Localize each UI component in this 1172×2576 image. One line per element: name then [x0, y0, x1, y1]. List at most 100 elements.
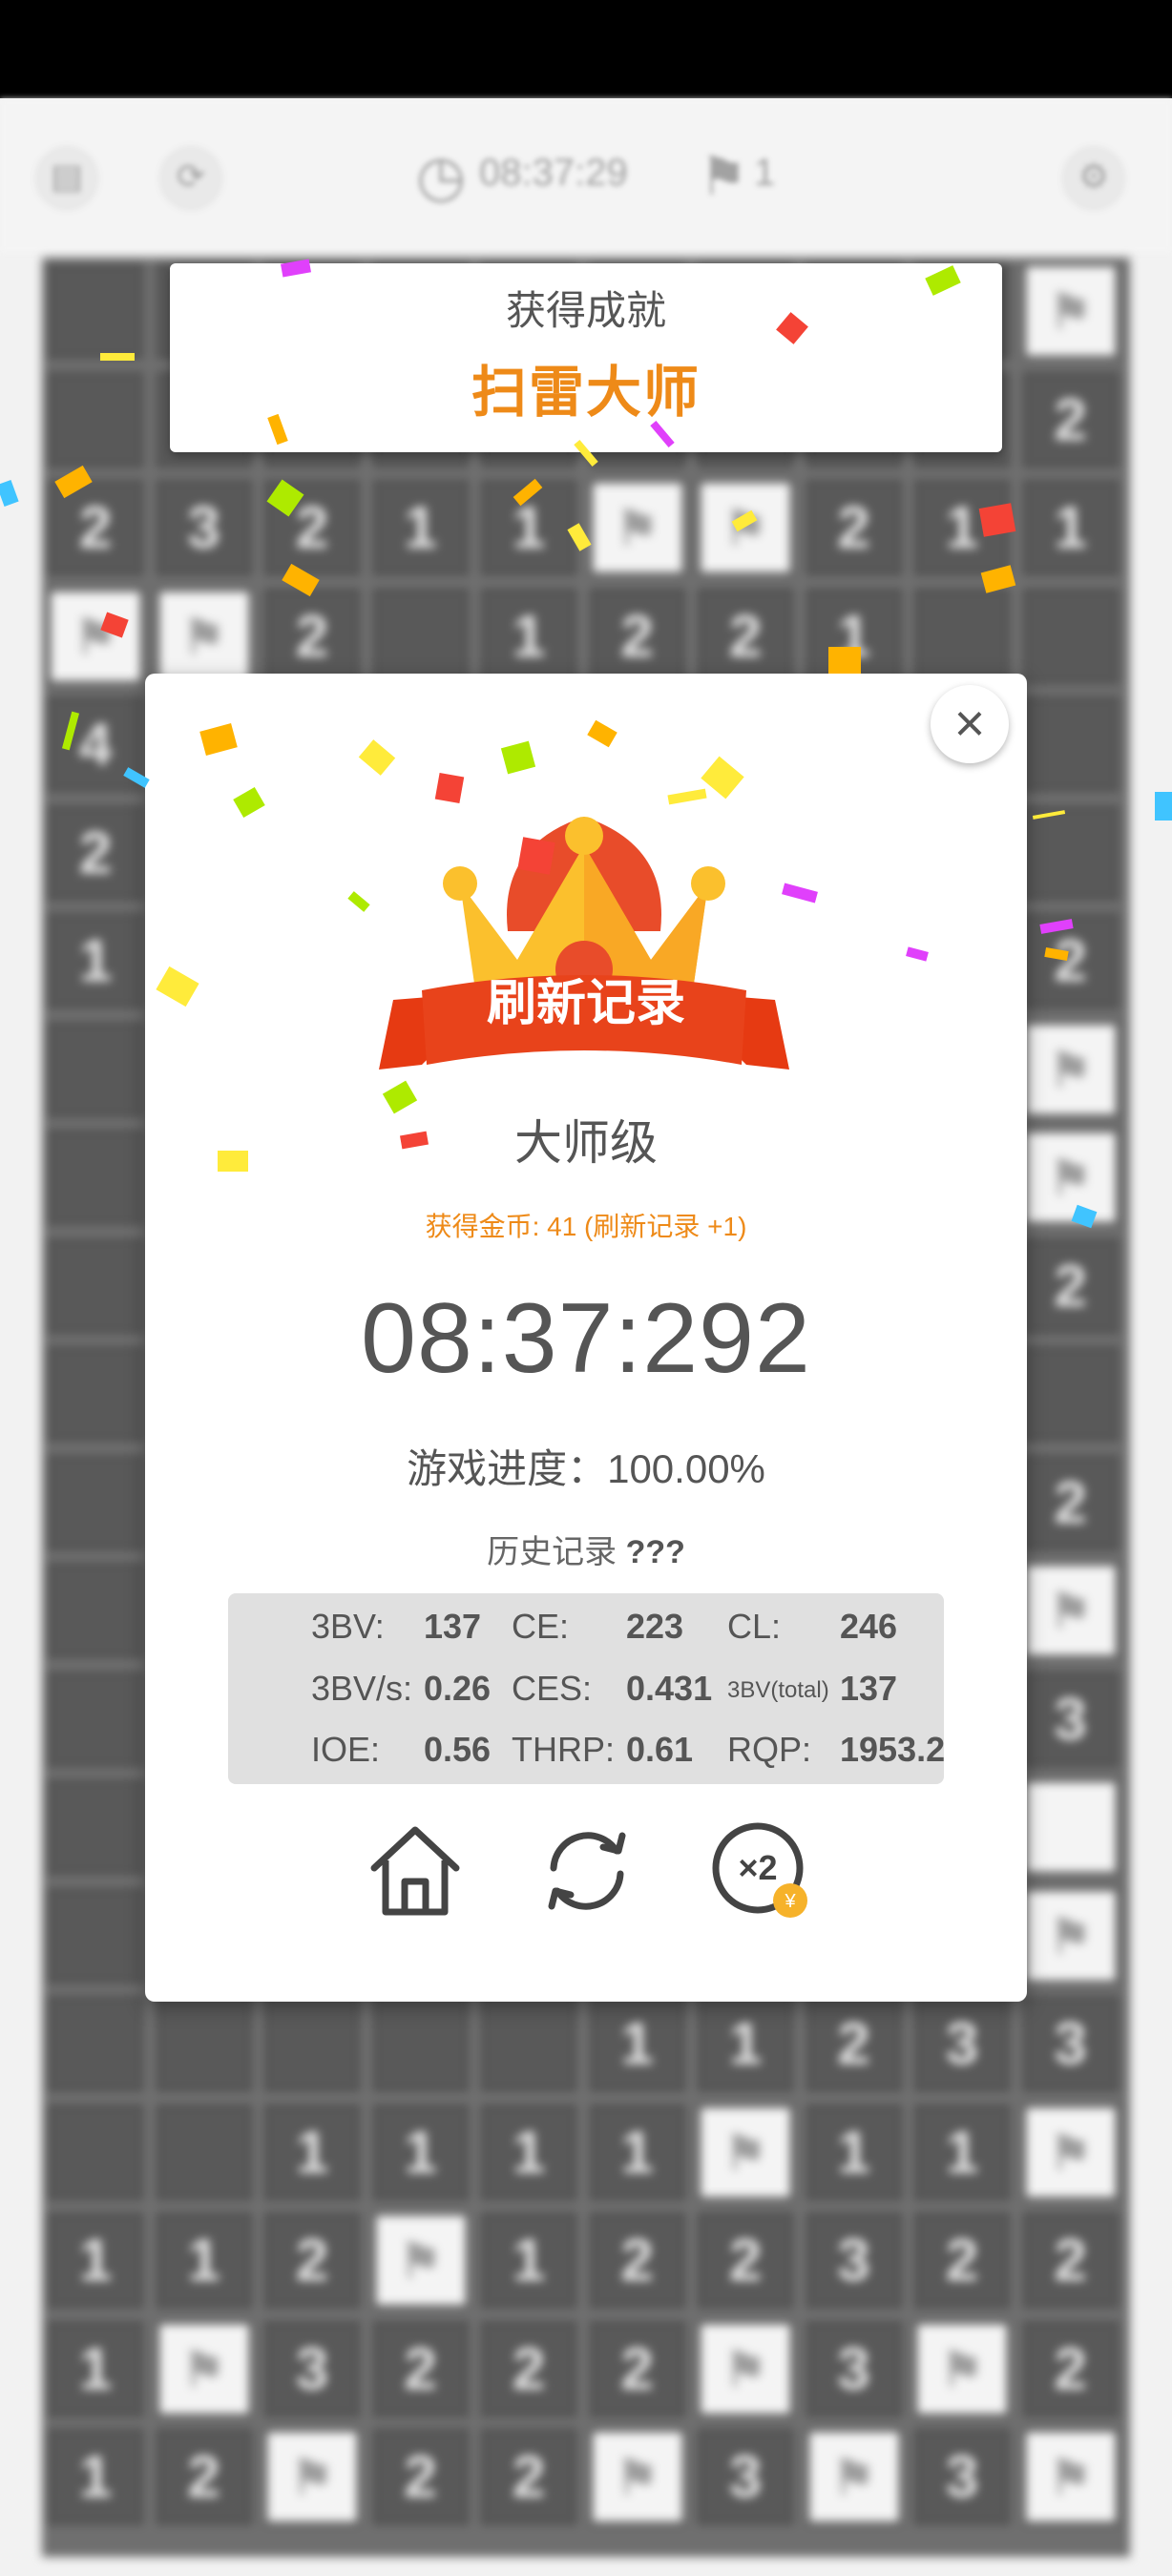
board-cell[interactable]: ⚑: [48, 588, 143, 684]
board-cell[interactable]: ⚑: [156, 2320, 252, 2417]
board-cell[interactable]: 2: [481, 2320, 576, 2417]
board-cell[interactable]: ⚑: [589, 480, 685, 575]
save-icon[interactable]: ▤: [36, 146, 97, 207]
board-cell[interactable]: ⚑: [1022, 1130, 1119, 1225]
board-cell[interactable]: 1: [914, 2104, 1010, 2200]
home-icon[interactable]: [363, 1818, 468, 1923]
board-cell[interactable]: ⚑: [589, 2429, 685, 2524]
board-cell[interactable]: ⚑: [698, 2320, 793, 2417]
board-cell[interactable]: 1: [48, 2212, 143, 2308]
restart-icon[interactable]: ⟳: [160, 146, 221, 207]
board-cell[interactable]: 2: [156, 2429, 252, 2524]
board-cell[interactable]: ⚑: [806, 2429, 902, 2524]
board-cell[interactable]: [156, 2104, 252, 2200]
board-cell[interactable]: 2: [589, 588, 685, 684]
board-cell[interactable]: ⚑: [1022, 1563, 1119, 1658]
board-cell[interactable]: [1022, 1346, 1119, 1442]
board-cell[interactable]: 2: [264, 2212, 360, 2308]
settings-icon[interactable]: ⚙: [1063, 146, 1124, 207]
board-cell[interactable]: [264, 1996, 360, 2091]
board-cell[interactable]: 2: [806, 1996, 902, 2091]
board-cell[interactable]: [48, 371, 143, 467]
board-cell[interactable]: 1: [481, 2212, 576, 2308]
board-cell[interactable]: [48, 1996, 143, 2091]
board-cell[interactable]: 1: [156, 2212, 252, 2308]
board-cell[interactable]: 2: [1022, 2212, 1119, 2308]
board-cell[interactable]: 4: [48, 696, 143, 792]
board-cell[interactable]: 1: [481, 480, 576, 575]
board-cell[interactable]: 2: [806, 480, 902, 575]
board-cell[interactable]: [48, 1887, 143, 1984]
board-cell[interactable]: 3: [914, 2429, 1010, 2524]
board-cell[interactable]: ⚑: [264, 2429, 360, 2524]
board-cell[interactable]: 1: [48, 2429, 143, 2524]
board-cell[interactable]: ⚑: [372, 2212, 469, 2308]
board-cell[interactable]: [48, 1237, 143, 1334]
board-cell[interactable]: 2: [481, 2429, 576, 2524]
board-cell[interactable]: [48, 1779, 143, 1875]
board-cell[interactable]: 2: [1022, 913, 1119, 1008]
double-coins-icon[interactable]: ×2 ¥: [708, 1818, 813, 1923]
board-cell[interactable]: [1022, 588, 1119, 684]
board-cell[interactable]: 1: [264, 2104, 360, 2200]
board-cell[interactable]: 3: [806, 2320, 902, 2417]
board-cell[interactable]: [48, 1021, 143, 1117]
replay-icon[interactable]: [534, 1818, 639, 1923]
board-cell[interactable]: 2: [698, 2212, 793, 2308]
board-cell[interactable]: [48, 1130, 143, 1225]
board-cell[interactable]: [48, 2104, 143, 2200]
board-cell[interactable]: 2: [48, 480, 143, 575]
board-cell[interactable]: 2: [372, 2429, 469, 2524]
board-cell[interactable]: 2: [264, 588, 360, 684]
board-cell[interactable]: 2: [589, 2320, 685, 2417]
board-cell[interactable]: [481, 1996, 576, 2091]
board-cell[interactable]: 3: [264, 2320, 360, 2417]
board-cell[interactable]: 2: [372, 2320, 469, 2417]
board-cell[interactable]: 1: [806, 2104, 902, 2200]
board-cell[interactable]: [1022, 1779, 1119, 1875]
board-cell[interactable]: [1022, 696, 1119, 792]
board-cell[interactable]: 2: [589, 2212, 685, 2308]
board-cell[interactable]: [372, 1996, 469, 2091]
board-cell[interactable]: [914, 588, 1010, 684]
board-cell[interactable]: 1: [589, 2104, 685, 2200]
board-cell[interactable]: [48, 1346, 143, 1442]
board-cell[interactable]: 2: [1022, 1237, 1119, 1334]
board-cell[interactable]: 1: [1022, 480, 1119, 575]
board-cell[interactable]: [48, 1563, 143, 1658]
board-cell[interactable]: 1: [48, 2320, 143, 2417]
board-cell[interactable]: 3: [806, 2212, 902, 2308]
board-cell[interactable]: 2: [48, 804, 143, 901]
board-cell[interactable]: ⚑: [1022, 263, 1119, 359]
board-cell[interactable]: 1: [481, 2104, 576, 2200]
board-cell[interactable]: ⚑: [698, 2104, 793, 2200]
board-cell[interactable]: ⚑: [698, 480, 793, 575]
board-cell[interactable]: ⚑: [1022, 1887, 1119, 1984]
board-cell[interactable]: 3: [1022, 1671, 1119, 1767]
board-cell[interactable]: 1: [372, 2104, 469, 2200]
board-cell[interactable]: 3: [1022, 1996, 1119, 2091]
board-cell[interactable]: 1: [372, 480, 469, 575]
board-cell[interactable]: ⚑: [156, 588, 252, 684]
board-cell[interactable]: 3: [914, 1996, 1010, 2091]
board-cell[interactable]: ⚑: [1022, 2429, 1119, 2524]
board-cell[interactable]: [156, 1996, 252, 2091]
board-cell[interactable]: ⚑: [1022, 1021, 1119, 1117]
board-cell[interactable]: [48, 263, 143, 359]
board-cell[interactable]: 2: [698, 588, 793, 684]
board-cell[interactable]: 1: [698, 1996, 793, 2091]
board-cell[interactable]: 1: [589, 1996, 685, 2091]
board-cell[interactable]: ⚑: [1022, 2104, 1119, 2200]
board-cell[interactable]: 1: [806, 588, 902, 684]
board-cell[interactable]: 2: [1022, 2320, 1119, 2417]
board-cell[interactable]: 2: [914, 2212, 1010, 2308]
board-cell[interactable]: [1022, 804, 1119, 901]
board-cell[interactable]: 2: [1022, 371, 1119, 467]
board-cell[interactable]: 3: [698, 2429, 793, 2524]
close-button[interactable]: ×: [931, 685, 1009, 763]
board-cell[interactable]: 1: [48, 913, 143, 1008]
board-cell[interactable]: [48, 1454, 143, 1550]
board-cell[interactable]: 1: [914, 480, 1010, 575]
board-cell[interactable]: 2: [1022, 1454, 1119, 1550]
board-cell[interactable]: 2: [264, 480, 360, 575]
